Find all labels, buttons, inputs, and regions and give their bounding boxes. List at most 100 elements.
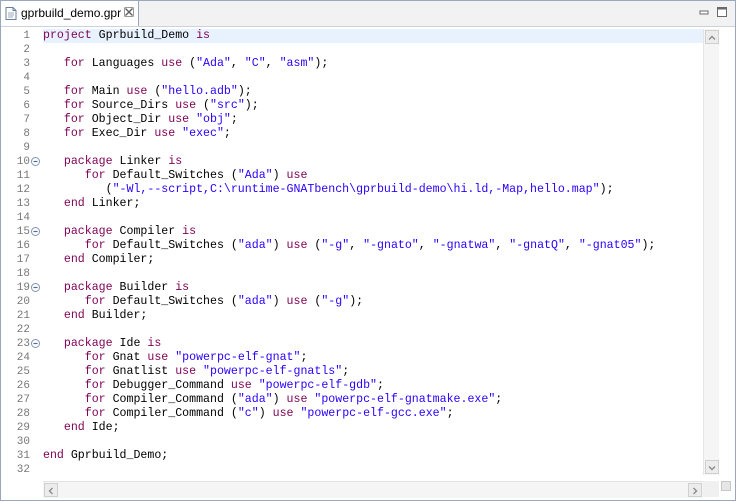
keyword-token: is [168, 155, 183, 168]
line-number: 3 [23, 58, 30, 70]
scroll-left-button[interactable] [44, 483, 58, 497]
code-token: ( [307, 239, 322, 252]
code-token: Compiler; [84, 253, 155, 266]
code-line[interactable]: for Main use ("hello.adb"); [43, 85, 252, 99]
line-number: 28 [16, 408, 30, 420]
string-token: "-gnato" [363, 239, 419, 252]
code-line[interactable]: end Ide; [43, 421, 120, 435]
horizontal-scrollbar[interactable] [43, 481, 703, 498]
code-line[interactable]: for Debugger_Command use "powerpc-elf-gd… [43, 379, 384, 393]
code-line[interactable]: ("-Wl,--script,C:\runtime-GNATbench\gprb… [43, 183, 614, 197]
fold-collapse-icon[interactable] [31, 283, 40, 292]
keyword-token: use [161, 57, 183, 70]
maximize-icon[interactable] [715, 5, 729, 19]
fold-collapse-icon[interactable] [31, 157, 40, 166]
code-line[interactable]: for Default_Switches ("ada") use ("-g", … [43, 239, 656, 253]
editor-window: gprbuild_demo.gpr 1 2 3 4 5 6 7 8 9 10 11 12 13 14 15 1… [0, 0, 736, 501]
code-editor[interactable]: 1 2 3 4 5 6 7 8 9 10 11 12 13 14 15 16 17 18 19 20 21 22 23 24 2… [1, 27, 735, 500]
code-token: Compiler [112, 225, 183, 238]
overview-status-marker [721, 481, 731, 491]
line-number: 26 [16, 380, 30, 392]
code-token: , [418, 239, 433, 252]
keyword-token: use [147, 351, 169, 364]
code-line[interactable]: for Default_Switches ("ada") use ("-g"); [43, 295, 363, 309]
scroll-right-button[interactable] [688, 483, 702, 497]
code-line[interactable]: end Gprbuild_Demo; [43, 449, 168, 463]
close-icon[interactable] [124, 7, 134, 17]
code-token: , [564, 239, 579, 252]
line-number: 9 [23, 142, 30, 154]
string-token: "-g" [321, 239, 350, 252]
keyword-token: package [63, 281, 113, 294]
code-token: Default_Switches ( [105, 169, 238, 182]
keyword-token: for [63, 113, 85, 126]
scroll-down-button[interactable] [705, 460, 719, 474]
code-line[interactable]: for Compiler_Command ("c") use "powerpc-… [43, 407, 454, 421]
keyword-token: for [63, 85, 85, 98]
line-number: 6 [23, 100, 30, 112]
vertical-scrollbar[interactable] [703, 29, 720, 475]
code-token: ); [599, 183, 614, 196]
code-line[interactable]: for Gnatlist use "powerpc-elf-gnatls"; [43, 365, 349, 379]
line-number: 18 [16, 268, 30, 280]
string-token: "exec" [182, 127, 224, 140]
keyword-token: for [63, 127, 85, 140]
file-icon [5, 7, 17, 20]
keyword-token: end [63, 253, 85, 266]
code-line[interactable]: package Builder is [43, 281, 189, 295]
line-number: 29 [16, 422, 30, 434]
string-token: "asm" [279, 57, 315, 70]
code-line[interactable]: for Default_Switches ("Ada") use [43, 169, 308, 183]
code-area[interactable]: project Gprbuild_Demo is for Languages u… [43, 29, 703, 475]
string-token: "powerpc-elf-gcc.exe" [300, 407, 447, 420]
line-number: 2 [23, 44, 30, 56]
code-line[interactable]: for Languages use ("Ada", "C", "asm"); [43, 57, 328, 71]
minimize-icon[interactable] [697, 5, 711, 19]
chevron-left-icon [48, 487, 53, 495]
code-line[interactable]: package Linker is [43, 155, 182, 169]
code-line[interactable]: for Exec_Dir use "exec"; [43, 127, 231, 141]
string-token: "powerpc-elf-gnat" [175, 351, 301, 364]
keyword-token: use [126, 85, 148, 98]
code-line[interactable]: end Linker; [43, 197, 141, 211]
fold-collapse-icon[interactable] [31, 339, 40, 348]
code-token: Source_Dirs [84, 99, 176, 112]
fold-collapse-icon[interactable] [31, 227, 40, 236]
keyword-token: end [63, 309, 85, 322]
string-token: "-Wl,--script,C:\runtime-GNATbench\gprbu… [112, 183, 600, 196]
code-line[interactable]: for Compiler_Command ("ada") use "powerp… [43, 393, 503, 407]
code-line[interactable]: project Gprbuild_Demo is [43, 29, 210, 43]
line-number: 16 [16, 240, 30, 252]
code-line[interactable]: for Gnat use "powerpc-elf-gnat"; [43, 351, 308, 365]
keyword-token: use [286, 239, 308, 252]
tab-bar: gprbuild_demo.gpr [1, 1, 735, 27]
code-line[interactable]: package Ide is [43, 337, 161, 351]
code-token: Ide; [84, 421, 120, 434]
keyword-token: for [84, 239, 106, 252]
line-number: 14 [16, 212, 30, 224]
code-line[interactable]: for Object_Dir use "obj"; [43, 113, 238, 127]
code-line[interactable]: end Compiler; [43, 253, 154, 267]
code-line[interactable]: for Source_Dirs use ("src"); [43, 99, 259, 113]
scroll-up-button[interactable] [705, 30, 719, 44]
line-number: 1 [23, 30, 30, 42]
overview-ruler[interactable] [719, 29, 734, 475]
code-token: , [349, 239, 364, 252]
string-token: "-g" [321, 295, 350, 308]
code-token: Linker; [84, 197, 141, 210]
string-token: "ada" [237, 295, 273, 308]
code-line[interactable]: end Builder; [43, 309, 148, 323]
code-token: ; [376, 379, 384, 392]
code-token: ) [272, 169, 287, 182]
code-line[interactable]: package Compiler is [43, 225, 196, 239]
code-token: ); [641, 239, 656, 252]
tab-gprbuild-demo[interactable]: gprbuild_demo.gpr [1, 1, 139, 26]
